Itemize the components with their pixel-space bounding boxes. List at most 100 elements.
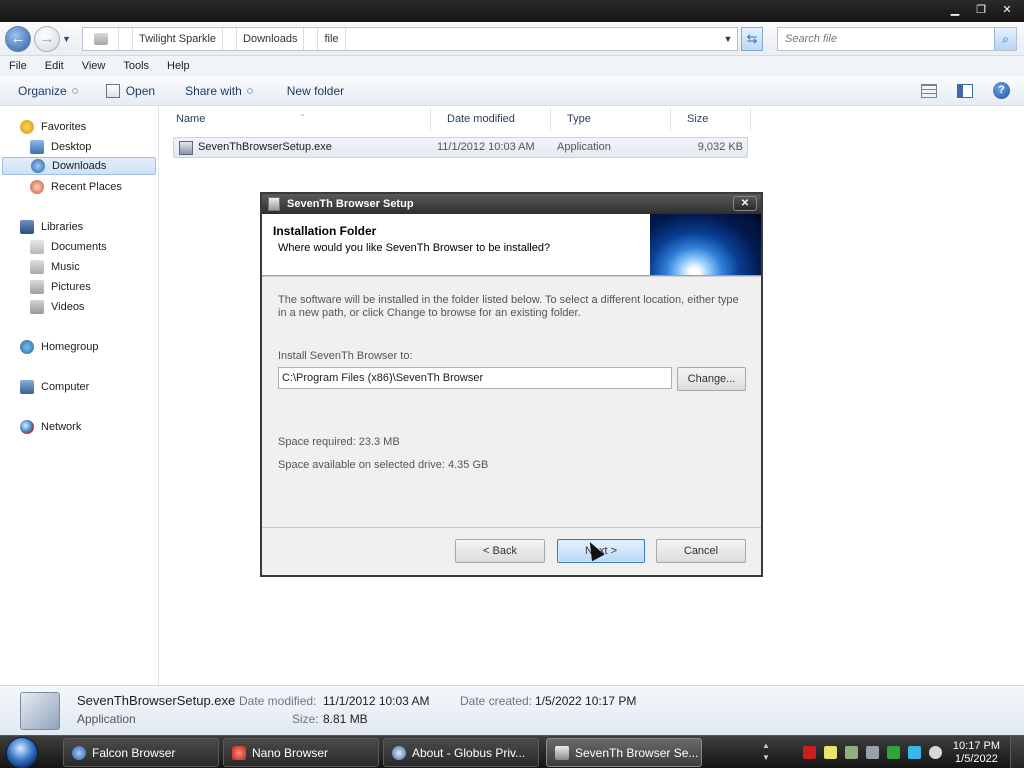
column-type[interactable]: Type: [551, 107, 671, 131]
clock-date: 1/5/2022: [955, 753, 998, 765]
close-button[interactable]: ✕: [996, 2, 1018, 18]
downloads-icon: [31, 159, 45, 173]
dialog-title-bar[interactable]: SevenTh Browser Setup ✕: [262, 194, 761, 214]
new-folder-button[interactable]: New folder: [287, 84, 344, 98]
nav-documents-label: Documents: [51, 241, 107, 253]
nav-videos[interactable]: Videos: [30, 298, 84, 316]
volume-tray-icon[interactable]: [929, 746, 942, 759]
globus-browser-icon: [392, 745, 406, 760]
nav-homegroup-label: Homegroup: [41, 341, 99, 353]
breadcrumb-separator[interactable]: [304, 28, 319, 50]
pdf-tray-icon[interactable]: [803, 746, 816, 759]
menu-edit[interactable]: Edit: [36, 60, 73, 72]
refresh-icon[interactable]: ⇆: [741, 27, 763, 51]
forward-button[interactable]: →: [34, 26, 60, 52]
taskbar-nano-browser[interactable]: Nano Browser: [223, 738, 379, 767]
dialog-subheading: Where would you like SevenTh Browser to …: [278, 242, 551, 254]
organize-button[interactable]: Organize: [18, 84, 78, 98]
start-button[interactable]: [6, 737, 38, 768]
dialog-body: The software will be installed in the fo…: [262, 277, 761, 527]
file-name: SevenThBrowserSetup.exe: [198, 141, 332, 153]
nav-computer[interactable]: Computer: [20, 378, 89, 396]
nav-downloads[interactable]: Downloads: [2, 157, 156, 175]
breadcrumb-separator[interactable]: [119, 28, 133, 50]
taskbar-scroll-arrows[interactable]: ▲ ▼: [761, 740, 771, 764]
nav-documents[interactable]: Documents: [30, 238, 107, 256]
taskbar-seventh-setup[interactable]: SevenTh Browser Se...: [546, 738, 702, 767]
nav-network[interactable]: Network: [20, 418, 81, 436]
address-dropdown-icon[interactable]: ▼: [719, 34, 737, 44]
clock[interactable]: 10:17 PM 1/5/2022: [953, 740, 1000, 766]
computer-icon: [20, 380, 34, 394]
change-view-icon[interactable]: [921, 83, 937, 98]
file-row[interactable]: SevenThBrowserSetup.exe 11/1/2012 10:03 …: [173, 137, 748, 158]
details-date-created: 1/5/2022 10:17 PM: [535, 694, 637, 708]
nav-pictures-label: Pictures: [51, 281, 91, 293]
menu-help[interactable]: Help: [158, 60, 199, 72]
nav-libraries-label: Libraries: [41, 221, 84, 233]
nav-pictures[interactable]: Pictures: [30, 278, 91, 296]
details-date-modified-label: Date modified:: [239, 694, 317, 708]
forward-arrow-icon: →: [39, 30, 55, 47]
nav-music[interactable]: Music: [30, 258, 80, 276]
window-controls: ▁ ❐ ✕: [944, 2, 1018, 18]
details-pane: SevenThBrowserSetup.exe Application Date…: [0, 685, 1024, 735]
search-input[interactable]: [778, 28, 988, 50]
recent-pages-dropdown-icon[interactable]: ▼: [62, 34, 71, 44]
installer-icon: [268, 197, 280, 211]
column-name[interactable]: Name ⌃: [160, 107, 431, 131]
show-desktop-button[interactable]: [1010, 736, 1024, 768]
breadcrumb-file[interactable]: file: [318, 28, 346, 50]
command-bar: Organize Open Share with New folder ?: [0, 76, 1024, 106]
breadcrumb-separator[interactable]: [223, 28, 238, 50]
nav-desktop[interactable]: Desktop: [30, 138, 91, 156]
maximize-button[interactable]: ❐: [970, 2, 992, 18]
nav-network-label: Network: [41, 421, 82, 433]
column-size-label: Size: [687, 113, 709, 125]
desktop-icon: [30, 140, 44, 154]
help-icon[interactable]: ?: [993, 82, 1010, 99]
nav-recent-places[interactable]: Recent Places: [30, 178, 122, 196]
taskbar-label: About - Globus Priv...: [412, 745, 526, 760]
open-button[interactable]: Open: [105, 83, 155, 98]
file-size: 9,032 KB: [697, 141, 743, 153]
search-icon[interactable]: ⌕: [994, 28, 1016, 50]
nav-homegroup[interactable]: Homegroup: [20, 338, 98, 356]
nav-libraries[interactable]: Libraries: [20, 218, 83, 236]
breadcrumb-downloads[interactable]: Downloads: [237, 28, 305, 50]
sort-arrow-icon: ⌃: [299, 113, 306, 122]
share-with-label: Share with: [185, 83, 242, 98]
back-button[interactable]: ←: [5, 26, 31, 52]
space-required: Space required: 23.3 MB: [278, 436, 400, 448]
cancel-button[interactable]: Cancel: [656, 539, 746, 563]
column-size[interactable]: Size: [671, 107, 751, 131]
tools-tray-icon[interactable]: [845, 746, 858, 759]
install-path-input[interactable]: [278, 367, 672, 389]
change-button[interactable]: Change...: [677, 367, 746, 391]
address-bar[interactable]: Twilight Sparkle Downloads file ▼: [82, 27, 738, 51]
pictures-icon: [30, 280, 44, 294]
view-controls: ?: [921, 82, 1010, 99]
menu-tools[interactable]: Tools: [114, 60, 158, 72]
column-date-modified[interactable]: Date modified: [431, 107, 551, 131]
network-tray-icon[interactable]: [908, 746, 921, 759]
nav-favorites[interactable]: Favorites: [20, 118, 86, 136]
breadcrumb-user[interactable]: Twilight Sparkle: [133, 28, 224, 50]
menu-view[interactable]: View: [73, 60, 115, 72]
menu-file[interactable]: File: [0, 60, 36, 72]
action-center-flag-icon[interactable]: [887, 746, 900, 759]
share-with-button[interactable]: Share with: [185, 84, 253, 98]
preview-pane-icon[interactable]: [957, 83, 973, 98]
details-date-created-label: Date created:: [460, 694, 533, 708]
window-title-bar: ▁ ❐ ✕: [0, 0, 1024, 22]
nav-music-label: Music: [51, 261, 80, 273]
usb-tray-icon[interactable]: [866, 746, 879, 759]
dialog-close-button[interactable]: ✕: [733, 196, 757, 211]
taskbar-globus-browser[interactable]: About - Globus Priv...: [383, 738, 539, 767]
file-date: 11/1/2012 10:03 AM: [437, 141, 535, 153]
notes-tray-icon[interactable]: [824, 746, 837, 759]
taskbar-falcon-browser[interactable]: Falcon Browser: [63, 738, 219, 767]
system-tray: [803, 746, 942, 759]
back-step-button[interactable]: < Back: [455, 539, 545, 563]
minimize-button[interactable]: ▁: [944, 2, 966, 18]
